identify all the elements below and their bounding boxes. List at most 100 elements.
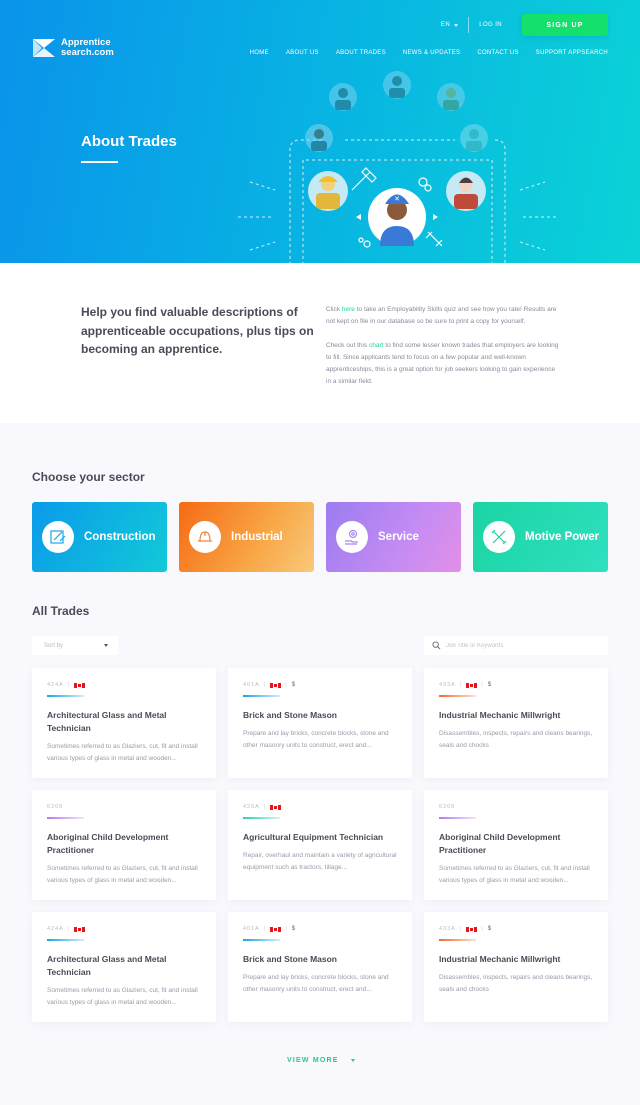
trade-title[interactable]: Brick and Stone Mason	[243, 709, 397, 722]
trade-card[interactable]: 401A | | $ Brick and Stone Mason Prepare and …	[228, 912, 412, 1022]
sector-construction[interactable]: Construction	[32, 502, 167, 572]
separator: |	[481, 926, 484, 932]
nav-about-us[interactable]: ABOUT US	[286, 50, 319, 56]
trade-title[interactable]: Architectural Glass and Metal Technician	[47, 953, 201, 979]
trade-title[interactable]: Industrial Mechanic Millwright	[439, 709, 593, 722]
nav-support-appsearch[interactable]: SUPPORT APPSEARCH	[536, 50, 608, 56]
nav-contact-us[interactable]: CONTACT US	[477, 50, 518, 56]
separator: |	[459, 926, 463, 932]
canada-flag-icon	[74, 682, 86, 688]
language-selector[interactable]: EN	[440, 22, 459, 28]
avatar-worker-4	[305, 124, 333, 152]
trade-meta: 433A | | $	[439, 681, 593, 689]
trade-card[interactable]: 433A | | $ Industrial Mechanic Millwright Dis…	[424, 912, 608, 1022]
accent-line	[243, 939, 280, 941]
trade-title[interactable]: Industrial Mechanic Millwright	[439, 953, 593, 966]
trade-meta: 424A |	[47, 681, 201, 689]
trade-title[interactable]: Aboriginal Child Development Practitione…	[439, 831, 593, 857]
logo-line2: search.com	[61, 47, 114, 58]
nav-home[interactable]: HOME	[250, 50, 269, 56]
view-more-button[interactable]: VIEW MORE	[287, 1057, 355, 1064]
trade-code: 6208	[47, 804, 64, 810]
search-input[interactable]	[446, 642, 606, 649]
accent-line	[47, 817, 84, 819]
all-trades-heading: All Trades	[32, 604, 90, 618]
trade-description: Sometimes referred to as Glaziers, cut, …	[47, 864, 198, 884]
intro-lead: Help you find valuable descriptions of a…	[81, 305, 314, 356]
accent-line	[439, 939, 476, 941]
trade-code: 401A	[243, 926, 260, 932]
separator: |	[67, 926, 71, 932]
trade-code: 433A	[439, 926, 456, 932]
nav-about-trades[interactable]: ABOUT TRADES	[336, 50, 386, 56]
canada-flag-icon	[466, 682, 478, 688]
funding-icon: $	[487, 682, 492, 688]
separator: |	[459, 682, 463, 688]
text: to take an Employability Skills quiz and…	[326, 306, 557, 325]
accent-line	[47, 939, 84, 941]
blueprint-icon	[42, 521, 74, 553]
accent-line	[243, 817, 280, 819]
quiz-link[interactable]: here	[342, 306, 355, 313]
sort-dropdown[interactable]: Sort by	[32, 636, 118, 655]
canada-flag-icon	[270, 682, 282, 688]
signup-button[interactable]: SIGN UP	[522, 14, 608, 36]
trade-meta: 433A | | $	[439, 925, 593, 933]
trade-card[interactable]: 401A | | $ Brick and Stone Mason Prepare and …	[228, 668, 412, 778]
trade-card[interactable]: 6208 Aboriginal Child Development Practit…	[32, 790, 216, 900]
logo-mark-icon	[33, 39, 55, 57]
language-label: EN	[440, 22, 451, 28]
accent-line	[439, 695, 476, 697]
sector-service[interactable]: Service	[326, 502, 461, 572]
hero-illustration: ✕	[238, 71, 557, 263]
trade-title[interactable]: Aboriginal Child Development Practitione…	[47, 831, 201, 857]
trade-card[interactable]: 424A | Architectural Glass and Metal Techn…	[32, 912, 216, 1022]
sector-label: Motive Power	[525, 531, 600, 543]
separator: |	[285, 926, 288, 932]
trade-code: 6208	[439, 804, 456, 810]
canada-flag-icon	[466, 926, 478, 932]
trade-title[interactable]: Agricultural Equipment Technician	[243, 831, 397, 844]
sector-industrial[interactable]: Industrial	[179, 502, 314, 572]
svg-text:✕: ✕	[394, 195, 400, 203]
trades-grid: 424A | Architectural Glass and Metal Techn…	[32, 668, 608, 1022]
trade-description: Disassembles, inspects, repairs and clea…	[439, 973, 593, 993]
trade-title[interactable]: Brick and Stone Mason	[243, 953, 397, 966]
canada-flag-icon	[270, 926, 282, 932]
search-box	[424, 636, 608, 655]
chart-paragraph: Check out this chart to find some lesser…	[326, 340, 561, 388]
hand-gear-icon	[336, 521, 368, 553]
chart-link[interactable]: chart	[369, 342, 383, 349]
funding-icon: $	[291, 926, 296, 932]
trade-code: 424A	[47, 682, 64, 688]
text: Click	[326, 306, 342, 313]
chevron-down-icon	[350, 1059, 355, 1062]
trade-description: Sometimes referred to as Glaziers, cut, …	[47, 742, 198, 762]
avatar-worker-5	[460, 124, 488, 152]
trade-code: 425A	[243, 804, 260, 810]
search-icon	[432, 641, 441, 650]
trade-title[interactable]: Architectural Glass and Metal Technician	[47, 709, 201, 735]
sector-motive-power[interactable]: Motive Power	[473, 502, 608, 572]
sector-label: Service	[378, 531, 419, 543]
main-nav: HOME ABOUT US ABOUT TRADES NEWS & UPDATE…	[250, 50, 608, 56]
trade-description: Repair, overhaul and maintain a variety …	[243, 851, 397, 871]
trade-card[interactable]: 433A | | $ Industrial Mechanic Millwright Dis…	[424, 668, 608, 778]
text: Check out this	[326, 342, 369, 349]
trade-card[interactable]: 6208 Aboriginal Child Development Practit…	[424, 790, 608, 900]
trade-meta: 401A | | $	[243, 681, 397, 689]
trade-description: Prepare and lay bricks, concrete blocks,…	[243, 729, 389, 749]
sector-label: Industrial	[231, 531, 283, 543]
sector-list: Construction Industrial Service Motive P…	[32, 502, 608, 572]
nav-news-updates[interactable]: NEWS & UPDATES	[403, 50, 460, 56]
quiz-paragraph: Click here to take an Employability Skil…	[326, 304, 561, 328]
hard-hat-icon	[189, 521, 221, 553]
login-link[interactable]: LOG IN	[479, 22, 502, 28]
divider	[468, 17, 470, 33]
trade-meta: 6208	[439, 803, 593, 811]
trade-card[interactable]: 424A | Architectural Glass and Metal Techn…	[32, 668, 216, 778]
trade-code: 424A	[47, 926, 64, 932]
chevron-down-icon	[454, 23, 459, 27]
logo[interactable]: Apprentice search.com	[33, 38, 114, 58]
trade-card[interactable]: 425A | Agricultural Equipment Technician Re…	[228, 790, 412, 900]
